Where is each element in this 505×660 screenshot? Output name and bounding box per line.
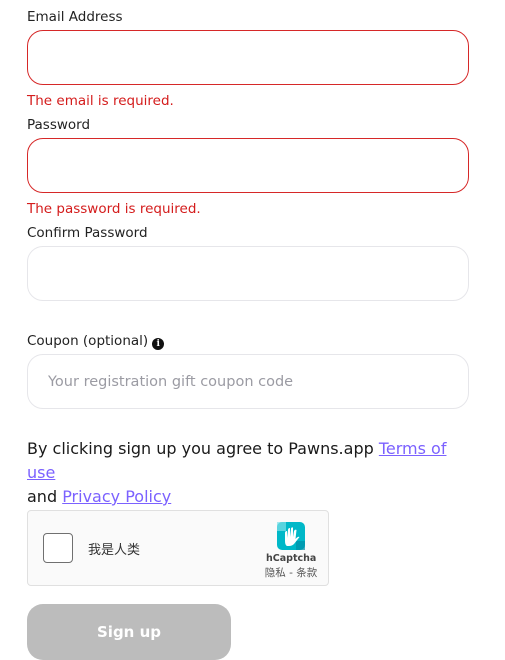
confirm-password-field-wrapper — [27, 246, 469, 301]
captcha-checkbox-label: 我是人类 — [88, 543, 141, 558]
password-error: The password is required. — [27, 201, 201, 217]
email-error: The email is required. — [27, 93, 174, 109]
email-label: Email Address — [27, 9, 123, 25]
hcaptcha-privacy-link[interactable]: 隐私 — [265, 567, 286, 579]
agreement-middle: and — [27, 487, 63, 506]
hcaptcha-widget: 我是人类 hCaptcha 隐私 - 条款 — [27, 510, 329, 586]
agreement-text: By clicking sign up you agree to Pawns.a… — [27, 437, 477, 509]
email-field[interactable] — [28, 31, 468, 84]
coupon-input[interactable] — [28, 355, 468, 408]
hcaptcha-logo-icon — [277, 522, 305, 550]
password-field[interactable] — [28, 139, 468, 192]
captcha-checkbox[interactable] — [43, 533, 73, 563]
coupon-label-row: Coupon (optional) i — [27, 332, 165, 350]
hcaptcha-links: 隐私 - 条款 — [256, 565, 326, 580]
hcaptcha-link-separator: - — [285, 567, 297, 579]
confirm-password-label: Confirm Password — [27, 225, 148, 241]
coupon-label: Coupon (optional) — [27, 333, 149, 349]
hcaptcha-brand: hCaptcha — [266, 553, 317, 564]
sign-up-button[interactable]: Sign up — [27, 604, 231, 660]
email-field-wrapper — [27, 30, 469, 85]
agreement-prefix: By clicking sign up you agree to Pawns.a… — [27, 439, 379, 458]
info-icon[interactable]: i — [152, 338, 165, 350]
password-label: Password — [27, 117, 91, 133]
password-field-wrapper — [27, 138, 469, 193]
coupon-field-wrapper — [27, 354, 469, 409]
privacy-policy-link[interactable]: Privacy Policy — [62, 487, 171, 506]
confirm-password-field[interactable] — [28, 247, 468, 300]
hcaptcha-terms-link[interactable]: 条款 — [296, 567, 317, 579]
